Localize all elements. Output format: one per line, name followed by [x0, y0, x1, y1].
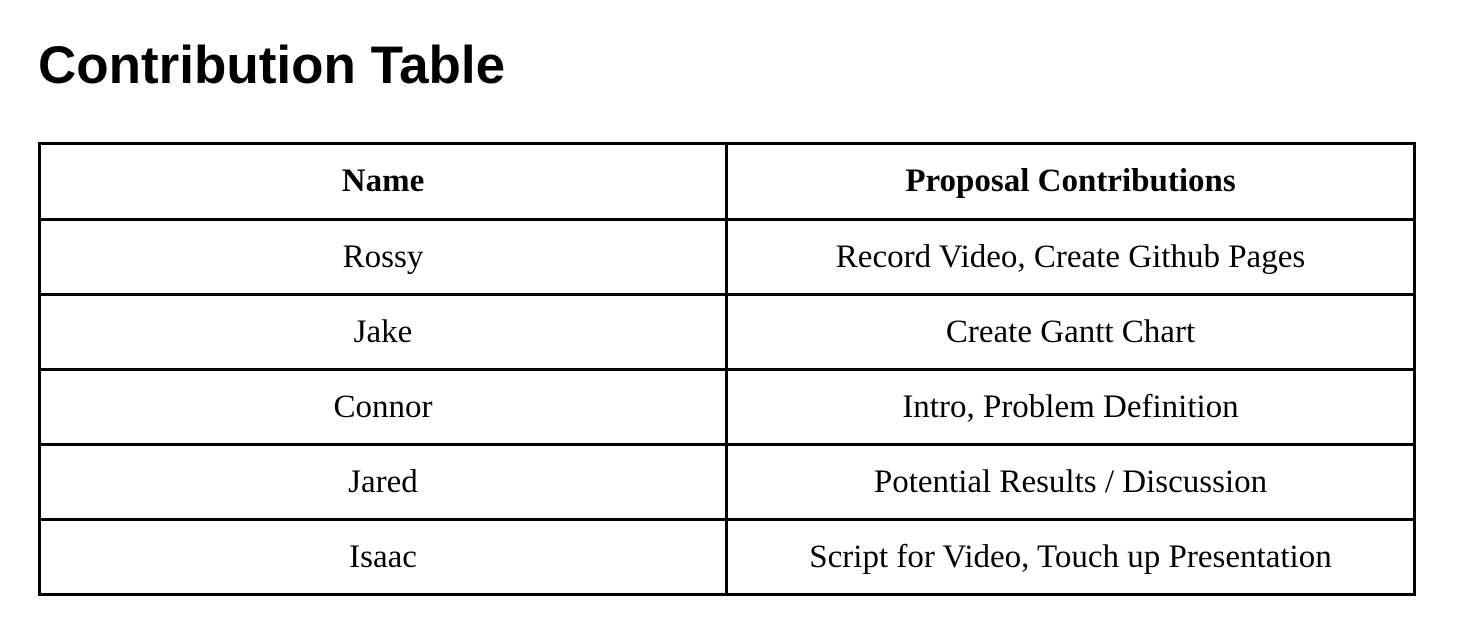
cell-contribution: Script for Video, Touch up Presentation — [725, 518, 1416, 596]
cell-name: Jared — [38, 443, 728, 521]
table-row: Connor Intro, Problem Definition — [38, 368, 1416, 446]
table-row: Rossy Record Video, Create Github Pages — [38, 218, 1416, 296]
table-row: Jared Potential Results / Discussion — [38, 443, 1416, 521]
table-row: Isaac Script for Video, Touch up Present… — [38, 518, 1416, 596]
page-title: Contribution Table — [38, 36, 506, 95]
cell-name: Rossy — [38, 218, 728, 296]
cell-contribution: Record Video, Create Github Pages — [725, 218, 1416, 296]
cell-contribution: Potential Results / Discussion — [725, 443, 1416, 521]
cell-name: Jake — [38, 293, 728, 371]
contribution-table: Name Proposal Contributions Rossy Record… — [38, 142, 1416, 596]
column-header-name: Name — [38, 142, 728, 221]
cell-name: Connor — [38, 368, 728, 446]
cell-contribution: Intro, Problem Definition — [725, 368, 1416, 446]
cell-name: Isaac — [38, 518, 728, 596]
column-header-proposal-contributions: Proposal Contributions — [725, 142, 1416, 221]
cell-contribution: Create Gantt Chart — [725, 293, 1416, 371]
table-header-row: Name Proposal Contributions — [38, 142, 1416, 221]
table-row: Jake Create Gantt Chart — [38, 293, 1416, 371]
